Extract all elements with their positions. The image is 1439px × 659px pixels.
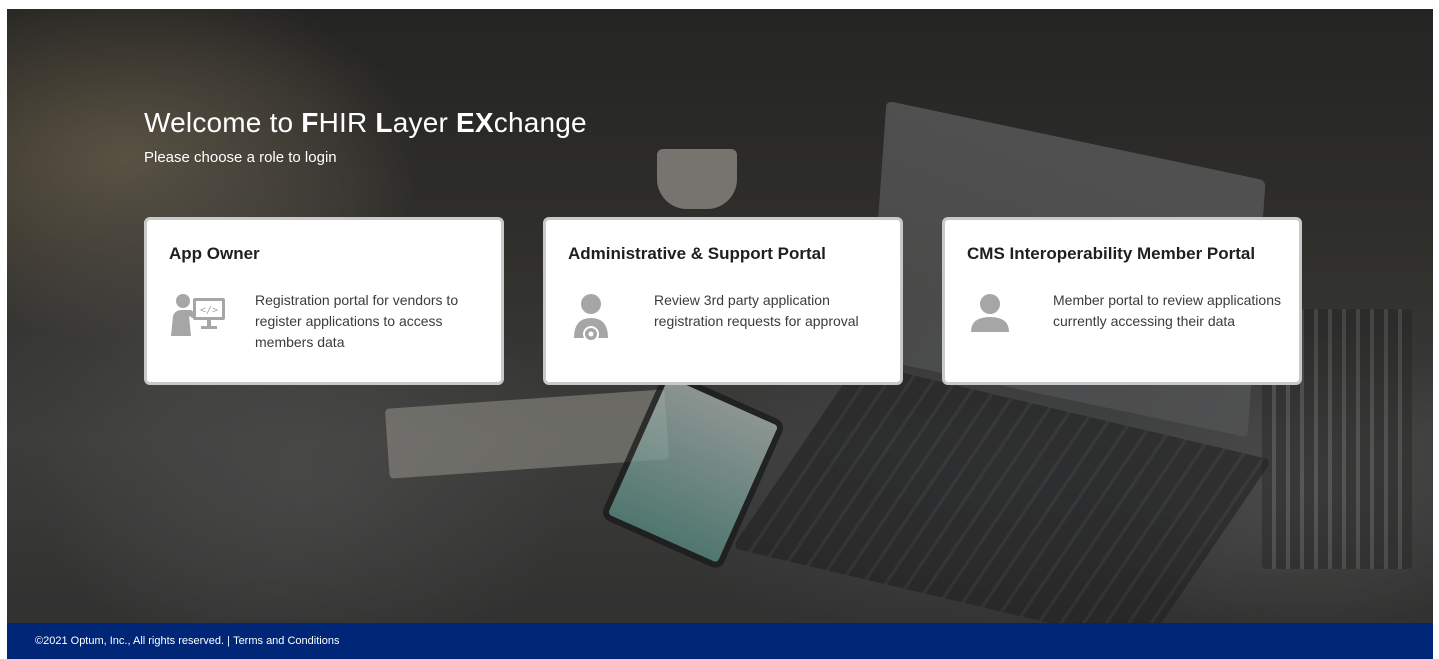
card-description: Member portal to review applications cur…	[1053, 292, 1281, 329]
footer-copyright: ©2021 Optum, Inc., All rights reserved. …	[35, 635, 230, 647]
terms-and-conditions-link[interactable]: Terms and Conditions	[233, 635, 339, 647]
user-icon	[967, 292, 1013, 338]
role-card-member-portal[interactable]: CMS Interoperability Member Portal Membe…	[942, 217, 1302, 385]
user-gear-icon	[568, 292, 614, 342]
title-change: change	[493, 107, 587, 138]
hero-background: Welcome to FHIR Layer EXchange Please ch…	[7, 9, 1433, 623]
card-description: Review 3rd party application registratio…	[654, 292, 859, 329]
developer-presentation-icon: </>	[169, 292, 225, 338]
card-title: Administrative & Support Portal	[568, 244, 826, 263]
role-card-admin-support[interactable]: Administrative & Support Portal Review 3…	[543, 217, 903, 385]
footer: ©2021 Optum, Inc., All rights reserved. …	[7, 623, 1433, 659]
card-description: Registration portal for vendors to regis…	[255, 292, 459, 350]
svg-text:</>: </>	[200, 305, 218, 316]
page-title: Welcome to FHIR Layer EXchange	[144, 107, 587, 139]
page-subtitle: Please choose a role to login	[144, 149, 337, 166]
card-title: CMS Interoperability Member Portal	[967, 244, 1256, 263]
title-ex: EX	[455, 107, 494, 138]
title-f: F	[301, 107, 319, 138]
role-card-app-owner[interactable]: App Owner </> Registration portal for ve…	[144, 217, 504, 385]
title-hir: HIR	[318, 107, 376, 138]
card-title: App Owner	[169, 244, 260, 263]
title-l: L	[375, 107, 393, 138]
title-ayer: ayer	[392, 107, 456, 138]
title-prefix: Welcome to	[144, 107, 302, 138]
